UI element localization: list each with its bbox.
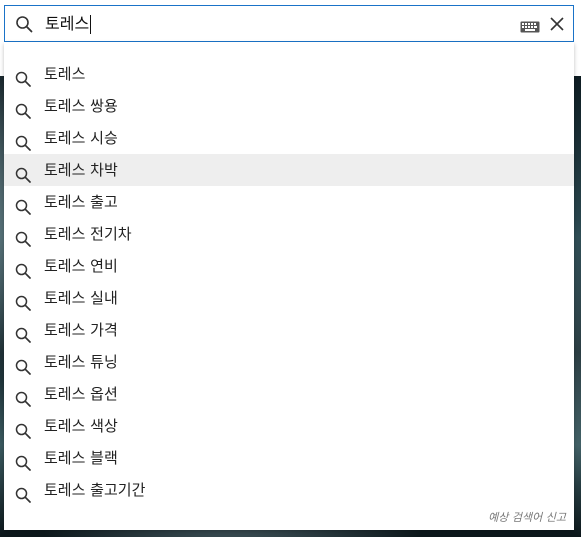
search-icon — [15, 354, 31, 375]
suggestion-label: 토레스 연비 — [44, 257, 118, 275]
suggestion-label: 토레스 출고기간 — [44, 481, 146, 499]
search-input[interactable]: 토레스 — [45, 13, 92, 35]
suggestion-label: 토레스 출고 — [44, 193, 118, 211]
suggestion-item[interactable]: 토레스 출고기간 — [4, 474, 574, 506]
suggestion-item[interactable]: 토레스 블랙 — [4, 442, 574, 474]
close-icon[interactable] — [549, 16, 565, 32]
suggestion-item[interactable]: 토레스 튜닝 — [4, 346, 574, 378]
search-icon — [15, 450, 31, 471]
suggestion-item[interactable]: 토레스 차박 — [4, 154, 574, 186]
suggestion-label: 토레스 색상 — [44, 417, 118, 435]
keyboard-icon[interactable] — [520, 18, 540, 33]
search-icon — [15, 258, 31, 279]
search-icon — [15, 162, 31, 183]
suggestion-item[interactable]: 토레스 연비 — [4, 250, 574, 282]
suggestion-item[interactable]: 토레스 색상 — [4, 410, 574, 442]
suggestion-item[interactable]: 토레스 옵션 — [4, 378, 574, 410]
search-icon — [15, 322, 31, 343]
suggestion-label: 토레스 차박 — [44, 161, 118, 179]
suggestion-label: 토레스 실내 — [44, 289, 118, 307]
search-icon — [15, 386, 31, 407]
suggestion-label: 토레스 블랙 — [44, 449, 118, 467]
text-cursor — [90, 15, 92, 34]
search-icon — [15, 98, 31, 119]
suggestion-item[interactable]: 토레스 가격 — [4, 314, 574, 346]
suggestion-label: 토레스 튜닝 — [44, 353, 118, 371]
search-query-text: 토레스 — [45, 14, 90, 33]
suggestion-label: 토레스 시승 — [44, 129, 118, 147]
search-icon — [15, 194, 31, 215]
search-icon — [15, 482, 31, 503]
search-icon — [15, 226, 31, 247]
suggestion-label: 토레스 가격 — [44, 321, 118, 339]
suggestion-item[interactable]: 토레스 쌍용 — [4, 90, 574, 122]
suggestion-item[interactable]: 토레스 출고 — [4, 186, 574, 218]
search-icon — [15, 66, 31, 87]
search-icon — [15, 290, 31, 311]
suggestion-label: 토레스 쌍용 — [44, 97, 118, 115]
suggestion-label: 토레스 전기차 — [44, 225, 132, 243]
search-icon — [15, 130, 31, 151]
search-box[interactable]: 토레스 — [4, 5, 574, 42]
suggestion-list: 토레스토레스 쌍용토레스 시승토레스 차박토레스 출고토레스 전기차토레스 연비… — [4, 58, 574, 506]
suggestion-item[interactable]: 토레스 — [4, 58, 574, 90]
autocomplete-dropdown: 토레스토레스 쌍용토레스 시승토레스 차박토레스 출고토레스 전기차토레스 연비… — [4, 42, 574, 530]
suggestion-item[interactable]: 토레스 시승 — [4, 122, 574, 154]
search-icon — [15, 418, 31, 439]
suggestion-label: 토레스 — [44, 65, 86, 83]
suggestion-item[interactable]: 토레스 전기차 — [4, 218, 574, 250]
report-suggestion-link[interactable]: 예상 검색어 신고 — [488, 509, 566, 525]
suggestion-item[interactable]: 토레스 실내 — [4, 282, 574, 314]
suggestion-label: 토레스 옵션 — [44, 385, 118, 403]
search-icon — [15, 15, 33, 33]
